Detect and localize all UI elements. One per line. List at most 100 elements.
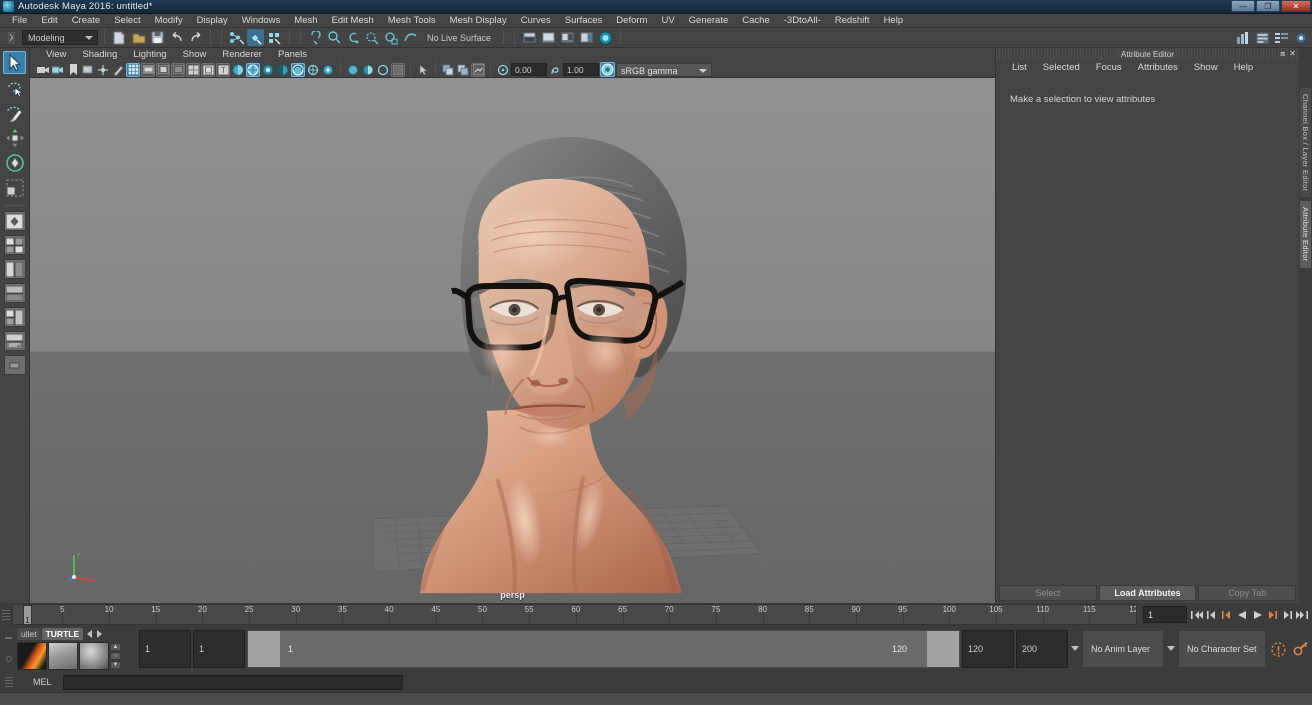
close-icon[interactable]: ✕: [1289, 49, 1296, 59]
three-pane-layout[interactable]: [3, 307, 26, 327]
bookmark-icon[interactable]: [66, 63, 80, 77]
render-sequence-icon[interactable]: [559, 29, 576, 46]
shelf-next-icon[interactable]: [95, 630, 103, 638]
shadows-icon[interactable]: [276, 63, 290, 77]
command-line-grip[interactable]: [3, 672, 15, 692]
go-to-start-icon[interactable]: [1190, 606, 1204, 623]
undo-icon[interactable]: [168, 29, 185, 46]
current-frame-field[interactable]: 1: [1143, 606, 1187, 623]
maximize-button[interactable]: ❐: [1256, 0, 1280, 12]
two-pane-side-layout[interactable]: [3, 283, 26, 303]
undock-icon[interactable]: ⧈: [1280, 49, 1285, 59]
menu-mesh-display[interactable]: Mesh Display: [443, 14, 514, 28]
time-slider-cursor[interactable]: 1: [23, 605, 32, 624]
turtle-bake-icon[interactable]: [48, 642, 78, 670]
select-by-object-icon[interactable]: [247, 29, 264, 46]
panel-menu-lighting[interactable]: Lighting: [125, 48, 174, 62]
scale-tool[interactable]: [3, 176, 26, 199]
step-forward-frame-icon[interactable]: [1265, 606, 1279, 623]
menu-display[interactable]: Display: [190, 14, 235, 28]
copy-tab-button[interactable]: Copy Tab: [1198, 585, 1297, 601]
menu-deform[interactable]: Deform: [609, 14, 654, 28]
command-language-label[interactable]: MEL: [19, 677, 59, 687]
use-all-lights-icon[interactable]: [261, 63, 275, 77]
attr-menu-help[interactable]: Help: [1226, 61, 1262, 75]
animation-preferences-icon[interactable]: [1290, 639, 1310, 659]
snap-to-view-plane-icon[interactable]: [383, 29, 400, 46]
grease-pencil-icon[interactable]: [111, 63, 125, 77]
outliner-persp-layout[interactable]: [3, 331, 26, 351]
character-set-selector[interactable]: No Character Set: [1178, 630, 1266, 668]
snap-to-grid-icon[interactable]: [307, 29, 324, 46]
exposure-field[interactable]: 0.00: [511, 63, 547, 76]
select-by-hierarchy-icon[interactable]: [228, 29, 245, 46]
turtle-render-icon[interactable]: [17, 642, 47, 670]
menu-mesh-tools[interactable]: Mesh Tools: [381, 14, 443, 28]
save-scene-icon[interactable]: [149, 29, 166, 46]
xray-icon[interactable]: [201, 62, 215, 77]
play-backwards-icon[interactable]: [1235, 606, 1249, 623]
shelf-spin-mid-icon[interactable]: ○: [110, 652, 121, 660]
screen-space-ao-icon[interactable]: [291, 62, 305, 77]
step-back-frame-icon[interactable]: [1220, 606, 1234, 623]
gamma-icon[interactable]: [548, 63, 562, 77]
exposure-icon[interactable]: [496, 63, 510, 77]
four-view-layout[interactable]: [3, 235, 26, 255]
gamma-field[interactable]: 1.00: [563, 63, 599, 76]
move-tool[interactable]: [3, 126, 26, 149]
auto-key-icon[interactable]: [1268, 639, 1288, 659]
shelf-tab-turtle[interactable]: TURTLE: [41, 628, 84, 640]
minimize-button[interactable]: —: [1231, 0, 1255, 12]
range-slider[interactable]: 1 120: [247, 630, 960, 668]
menu-cache[interactable]: Cache: [735, 14, 776, 28]
shelf-spin-up-icon[interactable]: ▲: [110, 643, 121, 651]
range-slider-grip[interactable]: [2, 628, 15, 670]
menu-uv[interactable]: UV: [654, 14, 681, 28]
panel-menu-shading[interactable]: Shading: [74, 48, 125, 62]
two-pane-stacked-layout[interactable]: [3, 259, 26, 279]
channel-box-toggle-icon[interactable]: [1273, 29, 1290, 46]
display-single-texture-icon[interactable]: [361, 63, 375, 77]
step-forward-key-icon[interactable]: [1280, 606, 1294, 623]
viewport-paste-icon[interactable]: [456, 63, 470, 77]
attr-menu-focus[interactable]: Focus: [1088, 61, 1130, 75]
isolate-select-icon[interactable]: [346, 63, 360, 77]
menu-set-selector[interactable]: Modeling: [22, 30, 98, 45]
film-gate-icon[interactable]: [141, 62, 155, 77]
panel-menu-panels[interactable]: Panels: [270, 48, 315, 62]
two-d-pan-zoom-icon[interactable]: [96, 63, 110, 77]
menu-3dtoall[interactable]: -3DtoAll-: [777, 14, 828, 28]
menu-help[interactable]: Help: [877, 14, 911, 28]
open-scene-icon[interactable]: [130, 29, 147, 46]
range-slider-left-handle[interactable]: [248, 631, 280, 667]
range-slider-right-handle[interactable]: [927, 631, 959, 667]
multisample-icon[interactable]: [321, 63, 335, 77]
color-space-selector[interactable]: sRGB gamma: [616, 62, 712, 77]
attr-menu-selected[interactable]: Selected: [1035, 61, 1088, 75]
smooth-shade-icon[interactable]: [231, 63, 245, 77]
menu-mesh[interactable]: Mesh: [287, 14, 324, 28]
xray-active-components-icon[interactable]: [376, 63, 390, 77]
perspective-viewport[interactable]: y persp: [30, 78, 995, 603]
play-forwards-icon[interactable]: [1250, 606, 1264, 623]
status-line-expand-icon[interactable]: [3, 29, 20, 46]
grid-toggle-icon[interactable]: [126, 62, 140, 77]
anim-start-time-field[interactable]: 1: [139, 630, 191, 668]
menu-redshift[interactable]: Redshift: [828, 14, 877, 28]
menu-create[interactable]: Create: [65, 14, 108, 28]
select-by-component-icon[interactable]: [266, 29, 283, 46]
hardware-texturing-icon[interactable]: [246, 62, 260, 77]
tool-settings-toggle-icon[interactable]: [1292, 29, 1309, 46]
shelf-spin-down-icon[interactable]: ▼: [110, 661, 121, 669]
menu-select[interactable]: Select: [107, 14, 147, 28]
hypershade-icon[interactable]: [597, 29, 614, 46]
redo-icon[interactable]: [187, 29, 204, 46]
attribute-editor-toggle-icon[interactable]: [1254, 29, 1271, 46]
attr-menu-show[interactable]: Show: [1186, 61, 1226, 75]
tab-attribute-editor[interactable]: Attribute Editor: [1300, 201, 1311, 268]
command-input[interactable]: [63, 674, 403, 690]
render-current-frame-icon[interactable]: [521, 29, 538, 46]
playback-end-time-field[interactable]: 120: [962, 630, 1014, 668]
single-perspective-layout[interactable]: [3, 211, 26, 231]
color-management-icon[interactable]: [600, 62, 615, 77]
